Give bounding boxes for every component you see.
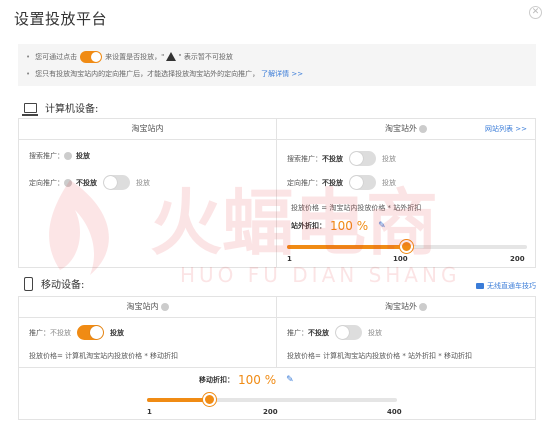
help-icon[interactable]: [160, 302, 169, 311]
pc-outer-search-row: 搜索推广： 不投放 投放: [287, 151, 396, 166]
edit-pencil-icon[interactable]: ✎: [286, 375, 294, 385]
help-icon[interactable]: [419, 124, 427, 133]
mobile-discount-row: 移动折扣： 100 % ✎: [199, 373, 294, 387]
pc-outer-targeted-toggle[interactable]: [349, 175, 376, 190]
pc-inner-targeted-toggle[interactable]: [103, 175, 130, 190]
mobile-discount-slider[interactable]: [147, 393, 397, 406]
off-text: 不投放: [76, 178, 97, 187]
slider-thumb[interactable]: [400, 240, 414, 253]
mobile-outer-header: 淘宝站外: [277, 297, 535, 317]
bullet-icon: •: [26, 69, 31, 78]
toggle-example-icon: [80, 50, 103, 63]
site-list-link[interactable]: 网站列表 >>: [485, 124, 527, 134]
mobile-inner-toggle[interactable]: [77, 325, 104, 340]
pc-formula: 投放价格 = 淘宝站内投放价格 * 站外折扣: [291, 204, 422, 212]
computer-icon: [22, 102, 38, 116]
mobile-inner-header: 淘宝站内: [19, 297, 276, 317]
state-text: 投放: [76, 152, 90, 160]
video-icon: [476, 283, 484, 289]
mobile-outer-formula: 投放价格= 计算机淘宝站内投放价格 * 站外折扣 * 移动折扣: [287, 352, 472, 360]
notice-text-pre: 您可通过点击: [35, 52, 78, 61]
notice-text-mid: 来设置是否投放，": [105, 52, 165, 61]
mobile-discount-value[interactable]: 100 %: [238, 373, 276, 387]
mobile-outer-row: 推广： 不投放 投放: [287, 325, 382, 340]
discount-label: 移动折扣：: [199, 376, 234, 384]
on-text: 投放: [136, 178, 150, 187]
row-label: 推广：: [287, 328, 308, 337]
phone-icon: [24, 276, 33, 291]
mobile-outer-toggle[interactable]: [335, 325, 362, 340]
slider-fill: [147, 398, 210, 402]
pc-inner-search-row: 搜索推广： 投放: [29, 151, 90, 161]
pc-slider-min: 1: [287, 255, 292, 263]
pc-section-label: 计算机设备:: [45, 104, 99, 115]
video-link-label[interactable]: 无线直通车技巧: [487, 281, 536, 291]
on-text: 投放: [368, 328, 382, 337]
help-icon[interactable]: [419, 302, 427, 311]
row-label: 推广：: [29, 328, 50, 337]
pc-inner-header: 淘宝站内: [19, 119, 276, 139]
row-label: 搜索推广：: [287, 154, 322, 163]
on-text: 投放: [382, 154, 396, 163]
toggle-knob: [350, 176, 363, 189]
pc-section-title: 计算机设备:: [22, 100, 99, 116]
pc-inner-header-label: 淘宝站内: [131, 124, 164, 133]
mobile-outer-header-label: 淘宝站外: [385, 302, 417, 311]
off-text: 不投放: [308, 328, 329, 337]
off-text: 不投放: [322, 154, 343, 163]
bullet-icon: •: [26, 52, 31, 61]
mobile-section-label: 移动设备:: [41, 280, 85, 291]
mobile-slider-mid: 200: [263, 408, 278, 416]
notice-line-2: • 您只有投放淘宝站内的定向推广后，才能选择投放淘宝站外的定向推广， 了解详情 …: [26, 65, 528, 82]
pc-discount-slider[interactable]: [287, 240, 527, 253]
row-label: 定向推广：: [29, 178, 64, 187]
discount-label: 站外折扣：: [291, 222, 326, 230]
pc-panel: 淘宝站内 淘宝站外 网站列表 >> 搜索推广： 投放 定向推广： 不投放 投放 …: [18, 118, 536, 268]
pc-outer-header-label: 淘宝站外: [385, 124, 417, 133]
slider-thumb[interactable]: [203, 393, 217, 406]
mobile-inner-row: 推广： 不投放 投放: [29, 325, 124, 340]
on-text: 投放: [382, 178, 396, 187]
pc-discount-row: 站外折扣： 100 % ✎: [291, 219, 386, 233]
help-icon[interactable]: [64, 152, 72, 160]
pc-discount-value[interactable]: 100 %: [330, 219, 368, 233]
off-text: 不投放: [50, 328, 71, 337]
notice-text-2: 您只有投放淘宝站内的定向推广后，才能选择投放淘宝站外的定向推广，: [35, 69, 260, 78]
mobile-inner-header-label: 淘宝站内: [126, 302, 159, 311]
help-icon[interactable]: [64, 178, 72, 187]
toggle-knob: [350, 152, 363, 165]
notice-line-1: • 您可通过点击 来设置是否投放，" " 表示暂不可投放: [26, 48, 528, 65]
notice-box: • 您可通过点击 来设置是否投放，" " 表示暂不可投放 • 您只有投放淘宝站内…: [18, 44, 536, 86]
pc-slider-max: 200: [510, 255, 525, 263]
warning-icon: [166, 52, 177, 61]
on-text: 投放: [110, 328, 124, 337]
pc-inner-targeted-row: 定向推广： 不投放 投放: [29, 175, 150, 190]
learn-more-link[interactable]: 了解详情 >>: [261, 69, 303, 79]
off-text: 不投放: [322, 178, 343, 187]
dialog-title: 设置投放平台: [14, 10, 108, 28]
toggle-knob: [104, 176, 117, 189]
mobile-slider-max: 400: [387, 408, 402, 416]
toggle-knob: [90, 326, 103, 339]
edit-pencil-icon[interactable]: ✎: [378, 221, 386, 231]
pc-outer-targeted-row: 定向推广： 不投放 投放: [287, 175, 396, 190]
close-icon[interactable]: ✕: [529, 6, 542, 19]
row-label: 搜索推广：: [29, 152, 64, 160]
mobile-inner-formula: 投放价格= 计算机淘宝站内投放价格 * 移动折扣: [29, 352, 179, 360]
mobile-slider-min: 1: [147, 408, 152, 416]
toggle-knob: [336, 326, 349, 339]
mobile-panel: 淘宝站内 淘宝站外 推广： 不投放 投放 推广： 不投放 投放 投放价格= 计算…: [18, 296, 536, 420]
mobile-section-title: 移动设备:: [24, 276, 84, 291]
video-tips-link[interactable]: 无线直通车技巧: [476, 281, 536, 291]
slider-fill: [287, 245, 407, 249]
notice-text-post: " 表示暂不可投放: [178, 52, 233, 61]
pc-outer-search-toggle[interactable]: [349, 151, 376, 166]
row-label: 定向推广：: [287, 178, 322, 187]
pc-slider-mid: 100: [393, 255, 408, 263]
